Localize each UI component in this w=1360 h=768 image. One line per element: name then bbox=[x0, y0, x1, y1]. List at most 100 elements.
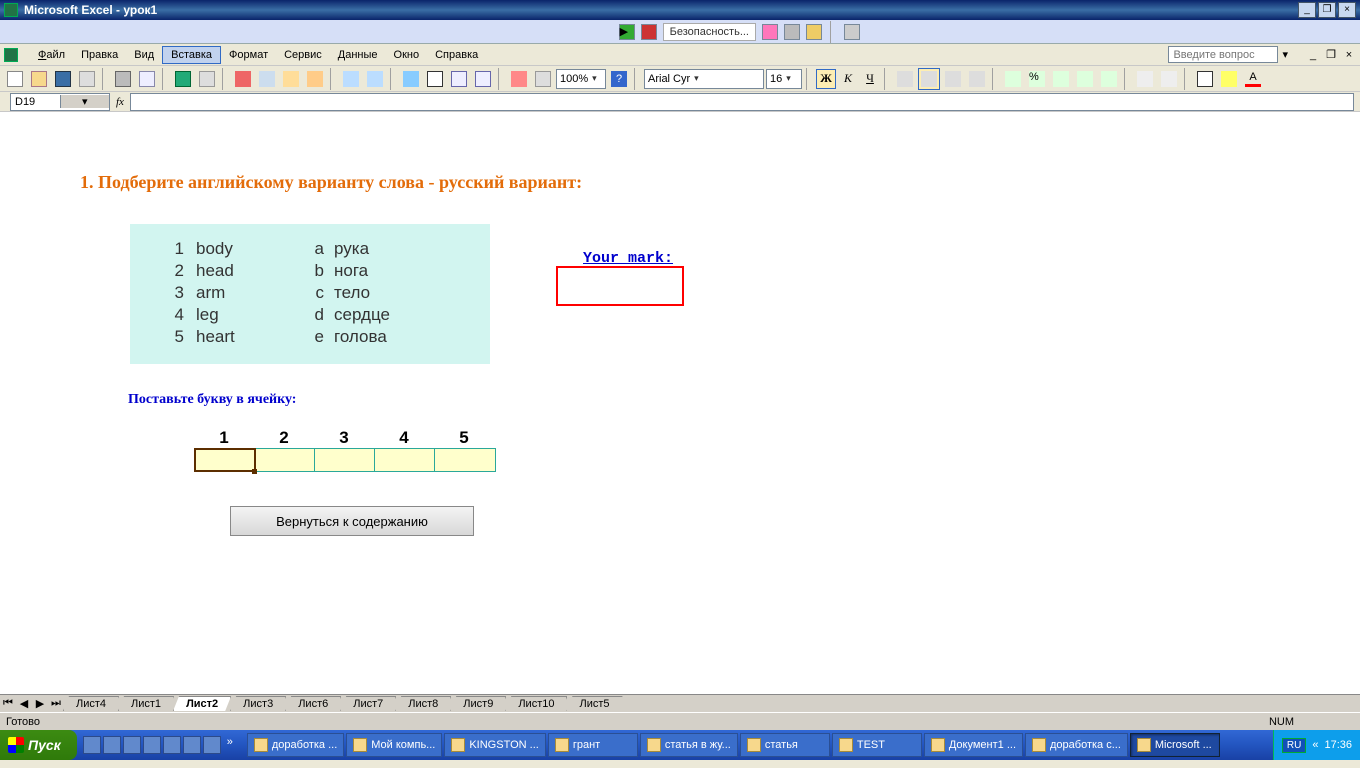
task-button[interactable]: TEST bbox=[832, 733, 922, 757]
permission-button[interactable] bbox=[76, 68, 98, 90]
print-button[interactable] bbox=[112, 68, 134, 90]
italic-button[interactable]: К bbox=[838, 69, 858, 89]
answer-cell[interactable] bbox=[315, 449, 375, 471]
increase-decimal-button[interactable] bbox=[1074, 68, 1096, 90]
namebox-dropdown-icon[interactable]: ▾ bbox=[60, 95, 110, 108]
sheet-tab[interactable]: Лист10 bbox=[505, 696, 567, 711]
ql-ie-icon[interactable] bbox=[83, 736, 101, 754]
sheet-tab[interactable]: Лист5 bbox=[566, 696, 622, 711]
menu-insert[interactable]: Вставка bbox=[162, 46, 221, 64]
sort-desc-button[interactable] bbox=[472, 68, 494, 90]
record-icon[interactable] bbox=[641, 24, 657, 40]
start-button[interactable]: Пуск bbox=[0, 730, 77, 760]
sheet-tab[interactable]: Лист3 bbox=[230, 696, 286, 711]
task-button[interactable]: грант bbox=[548, 733, 638, 757]
merge-center-button[interactable] bbox=[966, 68, 988, 90]
decrease-indent-button[interactable] bbox=[1134, 68, 1156, 90]
menu-data[interactable]: Данные bbox=[330, 47, 386, 63]
menu-tools[interactable]: Сервис bbox=[276, 47, 330, 63]
sheet-tab[interactable]: Лист6 bbox=[285, 696, 341, 711]
font-name-selector[interactable]: Arial Cyr bbox=[644, 69, 764, 89]
tool2-icon[interactable] bbox=[784, 24, 800, 40]
task-button[interactable]: доработка ... bbox=[247, 733, 344, 757]
zoom-selector[interactable]: 100% bbox=[556, 69, 606, 89]
font-color-button[interactable]: A bbox=[1242, 68, 1264, 90]
tray-chevron-icon[interactable]: « bbox=[1312, 739, 1318, 751]
answer-cell[interactable] bbox=[195, 449, 255, 471]
menu-file[interactable]: Файл bbox=[30, 47, 73, 63]
sheet-tab[interactable]: Лист1 bbox=[118, 696, 174, 711]
tool3-icon[interactable] bbox=[806, 24, 822, 40]
menu-window[interactable]: Окно bbox=[386, 47, 428, 63]
print-preview-button[interactable] bbox=[136, 68, 158, 90]
font-size-selector[interactable]: 16 bbox=[766, 69, 802, 89]
align-left-button[interactable] bbox=[894, 68, 916, 90]
percent-button[interactable]: % bbox=[1026, 68, 1048, 90]
workbook-restore-button[interactable]: ❐ bbox=[1324, 48, 1338, 62]
cut-button[interactable] bbox=[232, 68, 254, 90]
tab-nav-last[interactable]: ⏭ bbox=[48, 696, 64, 712]
language-indicator[interactable]: RU bbox=[1282, 738, 1306, 753]
borders-button[interactable] bbox=[1194, 68, 1216, 90]
save-button[interactable] bbox=[52, 68, 74, 90]
format-painter-button[interactable] bbox=[304, 68, 326, 90]
workbook-minimize-button[interactable]: _ bbox=[1306, 48, 1320, 62]
decrease-decimal-button[interactable] bbox=[1098, 68, 1120, 90]
workbook-close-button[interactable]: × bbox=[1342, 48, 1356, 62]
chart-wizard-button[interactable] bbox=[508, 68, 530, 90]
sheet-tab[interactable]: Лист9 bbox=[450, 696, 506, 711]
answer-cell[interactable] bbox=[375, 449, 435, 471]
menu-view[interactable]: Вид bbox=[126, 47, 162, 63]
menu-format[interactable]: Формат bbox=[221, 47, 276, 63]
ql-desktop-icon[interactable] bbox=[103, 736, 121, 754]
doc-icon[interactable] bbox=[4, 48, 18, 62]
task-button[interactable]: статья bbox=[740, 733, 830, 757]
play-icon[interactable]: ▶ bbox=[619, 24, 635, 40]
paste-button[interactable] bbox=[280, 68, 302, 90]
restore-button[interactable]: ❐ bbox=[1318, 2, 1336, 18]
security-label[interactable]: Безопасность... bbox=[663, 23, 756, 41]
help-question-input[interactable] bbox=[1168, 46, 1278, 63]
ql-word-icon[interactable] bbox=[163, 736, 181, 754]
help-button[interactable]: ? bbox=[608, 68, 630, 90]
menu-help[interactable]: Справка bbox=[427, 47, 486, 63]
task-button[interactable]: доработка с... bbox=[1025, 733, 1128, 757]
tool1-icon[interactable] bbox=[762, 24, 778, 40]
research-button[interactable] bbox=[196, 68, 218, 90]
redo-button[interactable] bbox=[364, 68, 386, 90]
worksheet-area[interactable]: 1. Подберите английскому варианту слова … bbox=[0, 112, 1360, 694]
copy-button[interactable] bbox=[256, 68, 278, 90]
name-box[interactable]: D19 ▾ bbox=[10, 93, 110, 111]
ql-outlook-icon[interactable] bbox=[123, 736, 141, 754]
spelling-button[interactable] bbox=[172, 68, 194, 90]
undo-button[interactable] bbox=[340, 68, 362, 90]
fx-icon[interactable]: fx bbox=[116, 96, 124, 108]
ql-ppt-icon[interactable] bbox=[203, 736, 221, 754]
hyperlink-button[interactable] bbox=[400, 68, 422, 90]
clock[interactable]: 17:36 bbox=[1324, 739, 1352, 751]
task-button[interactable]: Документ1 ... bbox=[924, 733, 1023, 757]
answer-cell[interactable] bbox=[435, 449, 495, 471]
open-button[interactable] bbox=[28, 68, 50, 90]
close-button[interactable]: × bbox=[1338, 2, 1356, 18]
ql-excel-icon[interactable] bbox=[183, 736, 201, 754]
formula-input[interactable] bbox=[130, 93, 1354, 111]
sheet-tab[interactable]: Лист4 bbox=[63, 696, 119, 711]
ql-media-icon[interactable] bbox=[143, 736, 161, 754]
new-button[interactable] bbox=[4, 68, 26, 90]
autosum-button[interactable] bbox=[424, 68, 446, 90]
fill-color-button[interactable] bbox=[1218, 68, 1240, 90]
back-to-contents-button[interactable]: Вернуться к содержанию bbox=[230, 506, 474, 536]
answer-cell[interactable] bbox=[255, 449, 315, 471]
task-button[interactable]: KINGSTON ... bbox=[444, 733, 545, 757]
link-icon[interactable] bbox=[844, 24, 860, 40]
task-button[interactable]: Microsoft ... bbox=[1130, 733, 1220, 757]
mark-box[interactable] bbox=[556, 266, 684, 306]
menu-dropdown-icon[interactable]: ▾ bbox=[1282, 48, 1288, 61]
tab-nav-first[interactable]: ⏮ bbox=[0, 696, 16, 712]
increase-indent-button[interactable] bbox=[1158, 68, 1180, 90]
currency-button[interactable] bbox=[1002, 68, 1024, 90]
menu-edit[interactable]: Правка bbox=[73, 47, 126, 63]
drawing-button[interactable] bbox=[532, 68, 554, 90]
sheet-tab[interactable]: Лист7 bbox=[340, 696, 396, 711]
